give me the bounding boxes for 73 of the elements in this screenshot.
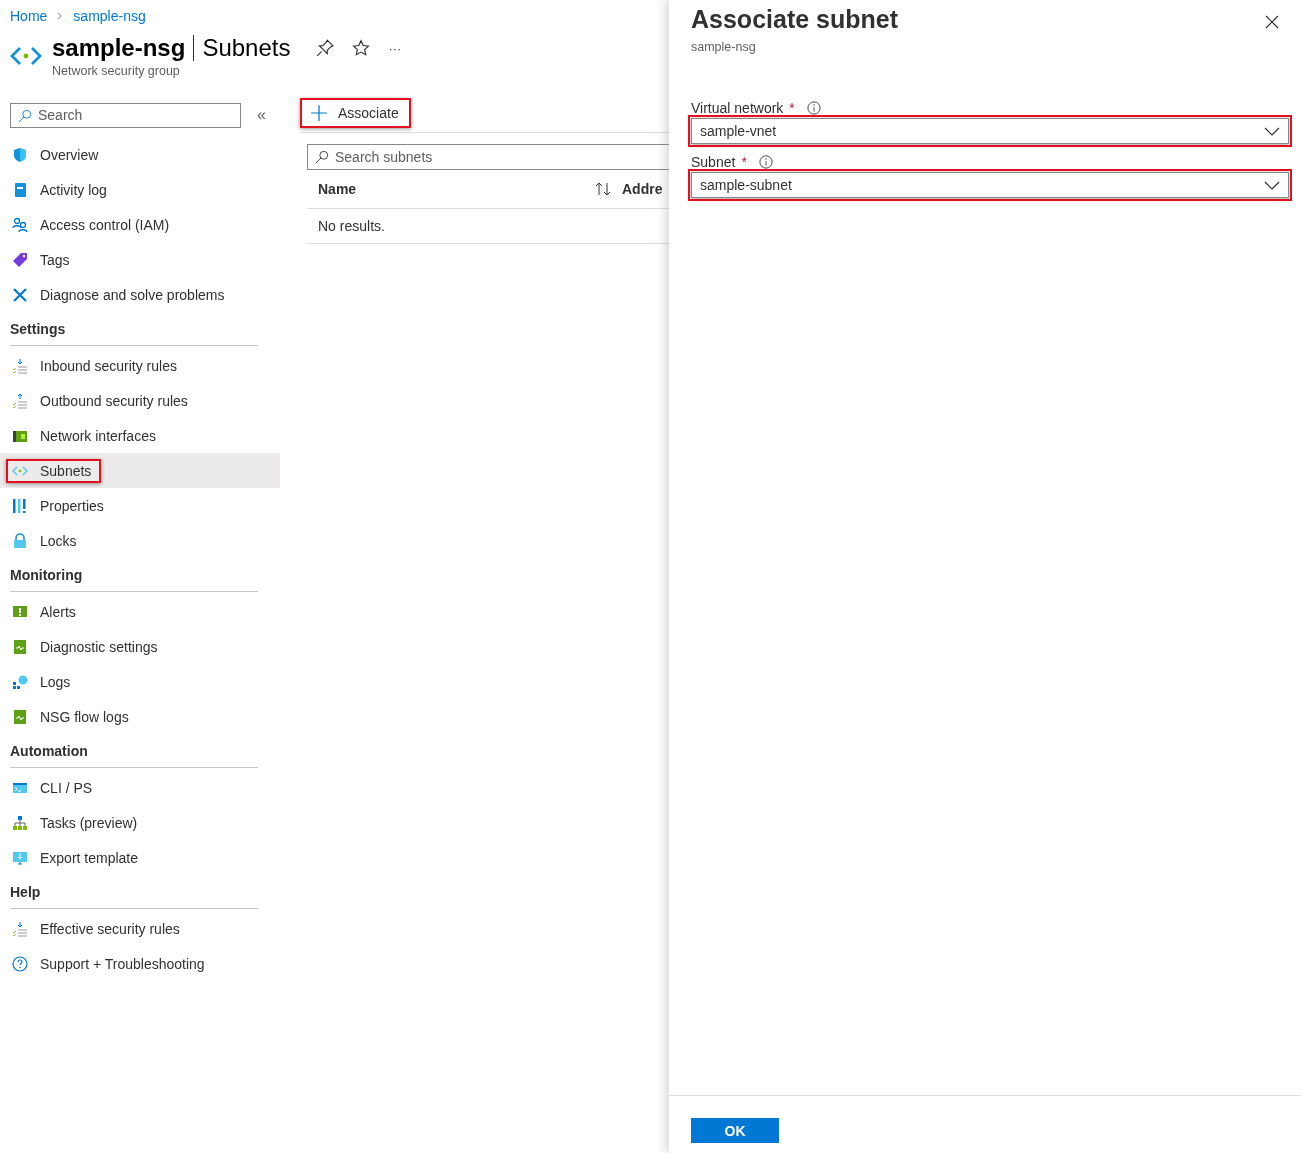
empty-message: No results. [318, 218, 385, 234]
title-divider [193, 35, 195, 61]
alert-icon [12, 603, 28, 620]
sidebar-item[interactable]: CLI / PS [0, 770, 280, 805]
breadcrumb-link[interactable]: sample-nsg [73, 8, 146, 24]
chart-page-icon [12, 638, 28, 655]
monitor-download-icon [12, 849, 28, 866]
sidebar-item[interactable]: Logs [0, 664, 280, 699]
section-heading: Monitoring [10, 567, 258, 592]
logs-icon [12, 673, 28, 690]
search-field[interactable]: Search [10, 102, 241, 128]
plus-icon [310, 104, 328, 122]
page-subtitle-name: Subnets [202, 34, 291, 62]
sidebar-item[interactable]: Properties [0, 488, 280, 523]
star-icon[interactable] [352, 39, 371, 57]
sidebar-item[interactable]: Tasks (preview) [0, 805, 280, 840]
list-down-arrow-icon [12, 920, 28, 937]
sidebar-item[interactable]: Support + Troubleshooting [0, 946, 280, 981]
question-icon [12, 955, 28, 972]
shield-icon [12, 146, 28, 163]
book-icon [12, 181, 28, 198]
list-up-arrow-icon [12, 392, 28, 409]
required-mark: * [789, 100, 795, 116]
hierarchy-icon [12, 814, 28, 831]
sidebar-item[interactable]: NSG flow logs [0, 699, 280, 734]
sidebar-item[interactable]: Effective security rules [0, 911, 280, 946]
search-icon [315, 150, 329, 164]
highlight-frame: Subnets [6, 458, 102, 483]
panel-title: Associate subnet [691, 5, 898, 34]
panel-subtitle: sample-nsg [691, 40, 757, 54]
sidebar-item[interactable]: Diagnose and solve problems [0, 277, 280, 312]
people-icon [12, 216, 28, 233]
info-icon[interactable] [806, 101, 821, 115]
column-header[interactable]: Addre [622, 181, 663, 197]
ok-button[interactable]: OK [691, 1118, 779, 1143]
page-title: sample-nsg [52, 34, 186, 62]
breadcrumb-link[interactable]: Home [10, 8, 48, 24]
sidebar-item[interactable]: Locks [0, 523, 280, 558]
sidebar-item[interactable]: Activity log [0, 172, 280, 207]
chart-page-icon [12, 708, 28, 725]
sidebar-item[interactable]: Inbound security rules [0, 348, 280, 383]
search-icon [18, 108, 32, 123]
sidebar-item[interactable]: Overview [0, 137, 280, 172]
sidebar-item[interactable]: Outbound security rules [0, 383, 280, 418]
collapse-button[interactable]: « [257, 106, 266, 124]
tag-icon [12, 251, 28, 268]
section-heading: Automation [10, 743, 258, 768]
sort-icon[interactable] [594, 181, 612, 197]
associate-button[interactable]: Associate [300, 98, 411, 128]
list-down-arrow-icon [12, 357, 28, 374]
sidebar-item[interactable]: Tags [0, 242, 280, 277]
sidebar-item[interactable]: Export template [0, 840, 280, 875]
resource-type: Network security group [52, 64, 181, 78]
sidebar-item[interactable]: Access control (IAM) [0, 207, 280, 242]
section-heading: Help [10, 884, 258, 909]
bars-icon [12, 497, 28, 514]
info-icon[interactable] [758, 155, 773, 169]
pin-icon[interactable] [316, 39, 335, 57]
sidebar-item[interactable]: Subnets [0, 453, 280, 488]
section-heading: Settings [10, 321, 258, 346]
sidebar-item[interactable]: Diagnostic settings [0, 629, 280, 664]
dropdown-field[interactable]: sample-vnet [691, 118, 1289, 144]
lock-icon [12, 532, 28, 549]
field-label: Virtual network [691, 100, 784, 116]
sidebar-item[interactable]: Network interfaces [0, 418, 280, 453]
more-button[interactable]: ··· [388, 40, 402, 56]
search-field[interactable]: Search subnets [307, 144, 669, 170]
sidebar-item[interactable]: Alerts [0, 594, 280, 629]
required-mark: * [741, 154, 747, 170]
column-header[interactable]: Name [318, 181, 357, 197]
dropdown-field[interactable]: sample-subnet [691, 172, 1289, 198]
close-icon[interactable] [1264, 14, 1280, 30]
field-label: Subnet [691, 154, 736, 170]
